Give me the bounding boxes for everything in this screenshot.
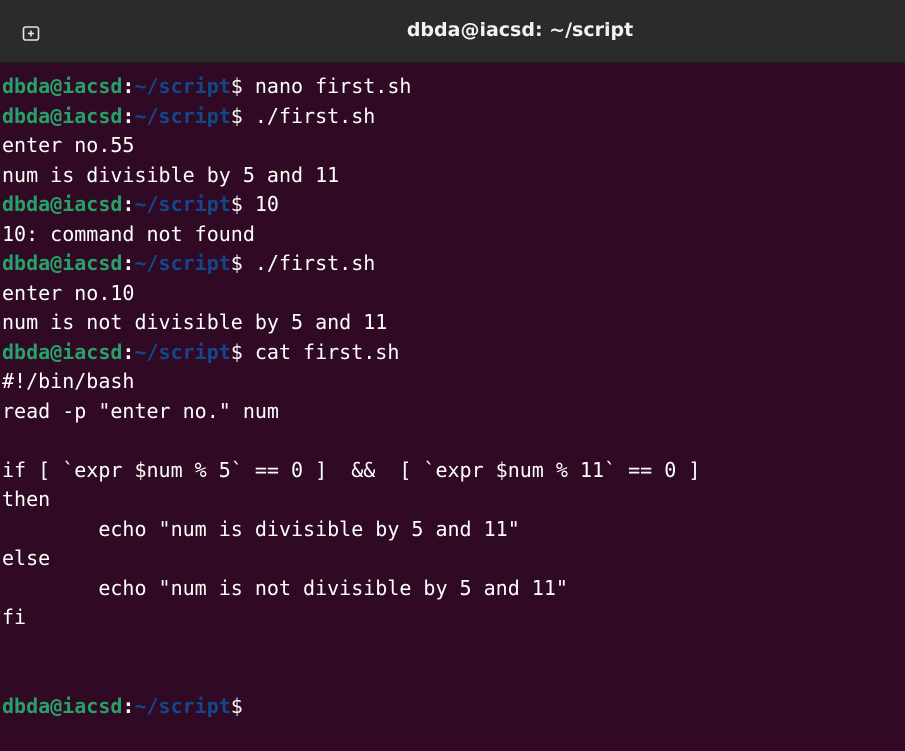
output-text: num is divisible by 5 and 11 (2, 162, 340, 187)
output-line: echo "num is divisible by 5 and 11" (2, 515, 905, 545)
output-text: 10: command not found (2, 221, 255, 246)
output-line: then (2, 485, 905, 515)
output-text: echo "num is divisible by 5 and 11" (2, 516, 520, 541)
output-line: 10: command not found (2, 220, 905, 250)
prompt-dollar: $ (230, 192, 243, 216)
output-line: num is not divisible by 5 and 11 (2, 308, 905, 338)
output-text: then (2, 487, 51, 511)
window-title: dbda@iacsd: ~/script (406, 19, 634, 41)
output-text: #!/bin/bash (2, 369, 135, 393)
prompt-dollar: $ (230, 74, 243, 98)
prompt-path: ~/script (134, 74, 231, 98)
prompt-user: dbda@iacsd (2, 103, 123, 128)
prompt-user: dbda@iacsd (2, 693, 123, 718)
prompt-line: dbda@iacsd:~/script$ cat first.sh (2, 338, 905, 368)
prompt-separator: : (122, 693, 135, 718)
output-line: enter no.55 (2, 131, 905, 161)
output-line: #!/bin/bash (2, 367, 905, 397)
output-text: echo "num is not divisible by 5 and 11" (2, 575, 568, 600)
prompt-line: dbda@iacsd:~/script$ nano first.sh (2, 72, 905, 102)
prompt-path: ~/script (134, 251, 231, 275)
output-line: read -p "enter no." num (2, 397, 905, 427)
prompt-user: dbda@iacsd (2, 192, 123, 216)
terminal-window: dbda@iacsd: ~/script dbda@iacsd:~/script… (0, 0, 905, 751)
output-text: fi (2, 605, 27, 629)
prompt-dollar: $ (230, 693, 243, 718)
prompt-user: dbda@iacsd (2, 74, 123, 98)
title-bar: dbda@iacsd: ~/script (0, 0, 905, 63)
output-line: echo "num is not divisible by 5 and 11" (2, 574, 905, 604)
output-line: else (2, 544, 905, 574)
output-text: read -p "enter no." num (2, 398, 279, 423)
output-line: fi (2, 603, 905, 633)
output-line: enter no.10 (2, 279, 905, 309)
prompt-dollar: $ (230, 251, 243, 275)
terminal-output[interactable]: dbda@iacsd:~/script$ nano first.sh dbda@i… (0, 72, 905, 751)
prompt-separator: : (122, 74, 135, 98)
command-text: 10 (242, 192, 279, 216)
output-line: num is divisible by 5 and 11 (2, 161, 905, 191)
prompt-separator: : (122, 103, 135, 128)
prompt-separator: : (122, 339, 135, 364)
output-line: if [ `expr $num % 5` == 0 ] && [ `expr $… (2, 456, 905, 486)
prompt-path: ~/script (134, 693, 231, 718)
output-text: enter no.10 (2, 280, 135, 305)
output-text: enter no.55 (2, 133, 135, 157)
command-text: nano first.sh (242, 74, 412, 98)
prompt-dollar: $ (230, 103, 243, 128)
output-text: if [ `expr $num % 5` == 0 ] && [ `expr $… (2, 457, 701, 482)
prompt-path: ~/script (134, 192, 231, 216)
output-text: else (2, 546, 51, 570)
prompt-separator: : (122, 251, 135, 275)
prompt-user: dbda@iacsd (2, 339, 123, 364)
prompt-line: dbda@iacsd:~/script$ ./first.sh (2, 249, 905, 279)
prompt-line: dbda@iacsd:~/script$ 10 (2, 190, 905, 220)
command-text: ./first.sh (242, 103, 376, 128)
prompt-line: dbda@iacsd:~/script$ ./first.sh (2, 102, 905, 132)
prompt-user: dbda@iacsd (2, 251, 123, 275)
prompt-line: dbda@iacsd:~/script$ (2, 692, 905, 722)
command-text: cat first.sh (242, 339, 400, 364)
prompt-path: ~/script (134, 103, 231, 128)
command-text: ./first.sh (242, 251, 376, 275)
output-text: num is not divisible by 5 and 11 (2, 310, 388, 334)
prompt-dollar: $ (230, 339, 243, 364)
prompt-separator: : (122, 192, 135, 216)
prompt-path: ~/script (134, 339, 231, 364)
